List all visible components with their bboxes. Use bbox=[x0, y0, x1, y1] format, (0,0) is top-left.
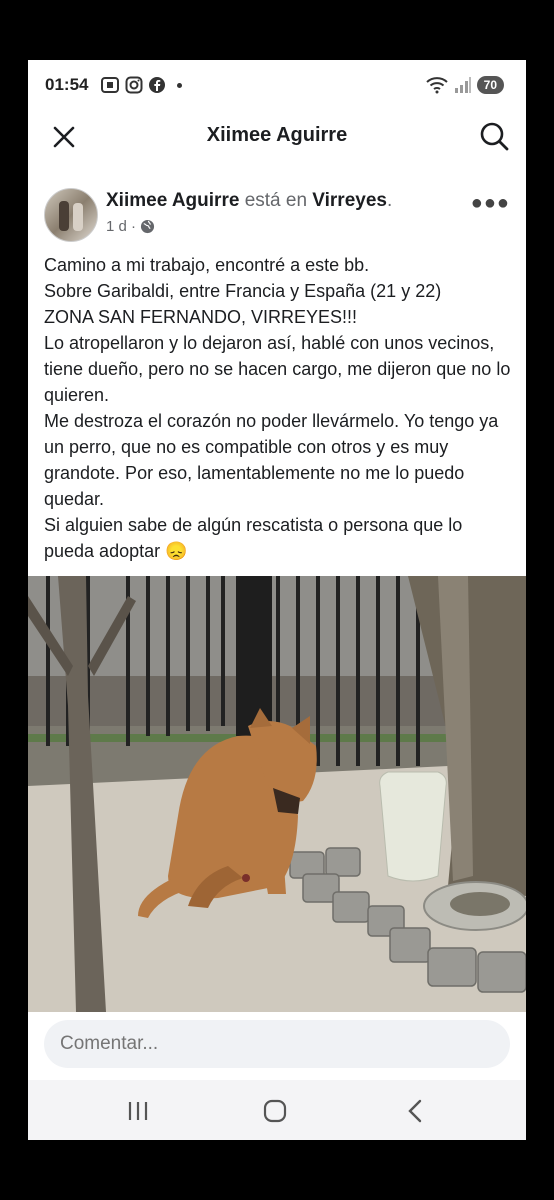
post-text-line: Lo atropellaron y lo dejaron así, hablé … bbox=[44, 333, 511, 405]
author-name[interactable]: Xiimee Aguirre bbox=[106, 190, 239, 211]
notification-dot bbox=[177, 82, 182, 88]
post-text-line: Si alguien sabe de algún rescatista o pe… bbox=[44, 515, 463, 561]
post-photo[interactable] bbox=[28, 576, 526, 1012]
search-icon[interactable] bbox=[478, 120, 510, 152]
app-header: Xiimee Aguirre bbox=[28, 112, 526, 162]
home-icon[interactable] bbox=[255, 1096, 295, 1126]
recent-apps-icon[interactable] bbox=[118, 1096, 158, 1126]
avatar[interactable] bbox=[44, 188, 98, 242]
back-icon[interactable] bbox=[396, 1096, 436, 1126]
post-time: 1 d · bbox=[106, 218, 137, 235]
status-bar: 01:54 70 bbox=[28, 60, 526, 112]
post-meta: 1 d · bbox=[106, 218, 155, 235]
instagram-icon bbox=[125, 76, 143, 94]
location-link[interactable]: Virreyes bbox=[312, 190, 387, 211]
more-options-icon[interactable]: ●●● bbox=[471, 192, 510, 215]
post-author-line: Xiimee Aguirre está en Virreyes. bbox=[106, 190, 392, 212]
post-text: Camino a mi trabajo, encontré a este bb.… bbox=[44, 252, 514, 564]
post-header: Xiimee Aguirre está en Virreyes. 1 d · ●… bbox=[28, 182, 526, 252]
comment-input[interactable] bbox=[44, 1020, 510, 1068]
page-title: Xiimee Aguirre bbox=[206, 124, 348, 146]
wifi-icon bbox=[425, 77, 448, 94]
globe-icon bbox=[140, 219, 155, 234]
post-text-line: Me destroza el corazón no poder llevárme… bbox=[44, 411, 499, 509]
post-text-line: Camino a mi trabajo, encontré a este bb. bbox=[44, 255, 370, 275]
post-text-line: ZONA SAN FERNANDO, VIRREYES!!! bbox=[44, 307, 358, 327]
post-text-line: Sobre Garibaldi, entre Francia y España … bbox=[44, 281, 442, 301]
system-status-icons: 70 bbox=[425, 76, 504, 94]
notification-icons bbox=[100, 76, 182, 94]
battery-indicator: 70 bbox=[476, 76, 504, 94]
location-prefix: está en bbox=[244, 190, 308, 211]
screenshot-icon bbox=[101, 77, 119, 93]
phone-screen: 01:54 70 Xiimee Aguirre Xiimee Aguirre e… bbox=[28, 60, 526, 1140]
facebook-icon bbox=[149, 77, 165, 93]
signal-icon bbox=[454, 77, 471, 93]
dog-photo-image bbox=[28, 576, 526, 1012]
comment-bar bbox=[28, 1012, 526, 1082]
location-suffix: . bbox=[386, 190, 393, 211]
status-time: 01:54 bbox=[45, 75, 89, 94]
system-nav-bar bbox=[28, 1080, 526, 1140]
